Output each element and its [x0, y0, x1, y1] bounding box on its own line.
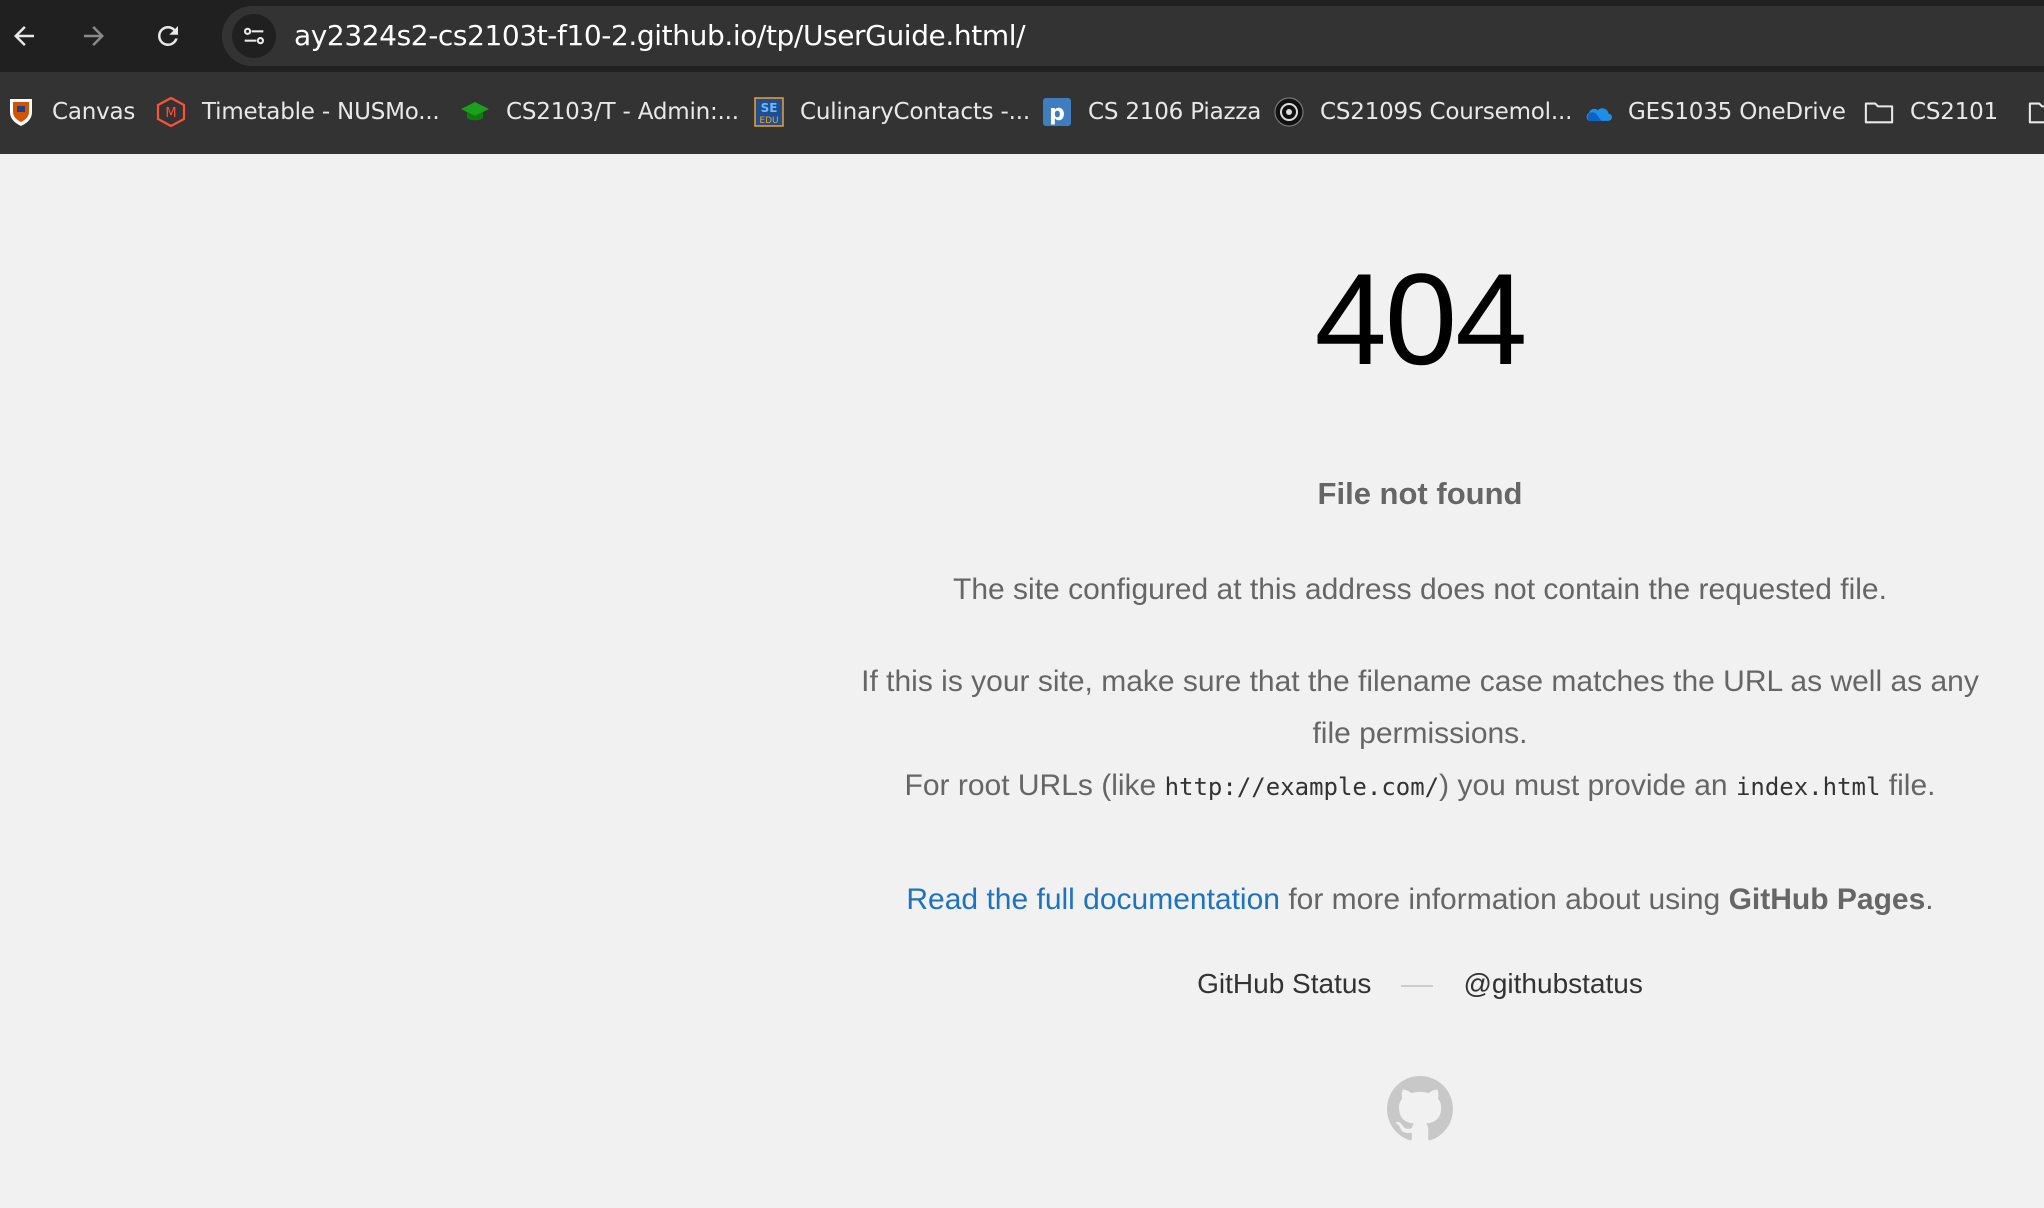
forward-arrow-icon — [84, 26, 104, 46]
documentation-line: Read the full documentation for more inf… — [906, 883, 1934, 916]
site-info-button[interactable] — [232, 14, 276, 58]
folder-icon — [2028, 97, 2044, 127]
instructions-line-2: file permissions. — [1312, 717, 1528, 750]
svg-text:M: M — [165, 106, 176, 121]
page-content: 404 File not found The site configured a… — [0, 154, 2044, 1208]
footer-links: GitHub Status @githubstatus — [820, 968, 2020, 1000]
canvas-crest-icon — [6, 97, 36, 127]
svg-text:SE: SE — [761, 101, 778, 115]
bookmark-overflow-folder[interactable] — [2028, 72, 2044, 152]
bookmark-cs2109s-coursemology[interactable]: CS2109S Coursemol... — [1274, 72, 1572, 152]
instructions-line-1: If this is your site, make sure that the… — [861, 665, 1979, 698]
reload-icon — [157, 25, 178, 46]
svg-text:p: p — [1049, 101, 1065, 126]
bookmark-cs2106-piazza[interactable]: p CS 2106 Piazza — [1042, 72, 1261, 152]
bookmark-cs2101-folder[interactable]: CS2101 — [1864, 72, 1998, 152]
github-pages-label: GitHub Pages — [1728, 883, 1926, 916]
example-url-code: http://example.com/ — [1164, 773, 1440, 801]
github-octocat-icon[interactable] — [1387, 1076, 1453, 1142]
nusmods-icon: M — [156, 97, 186, 127]
bookmark-timetable[interactable]: M Timetable - NUSMo... — [156, 72, 440, 152]
se-edu-icon: SE EDU — [754, 97, 784, 127]
documentation-link[interactable]: Read the full documentation — [906, 883, 1280, 916]
onedrive-cloud-icon — [1582, 97, 1612, 127]
error-code: 404 — [1314, 246, 1528, 392]
site-info-icon — [243, 27, 265, 45]
error-description: The site configured at this address does… — [953, 573, 1887, 606]
graduation-cap-icon — [460, 97, 490, 127]
bookmarks-bar: Canvas M Timetable - NUSMo... CS2103/T -… — [0, 72, 2044, 155]
forward-button[interactable] — [72, 14, 116, 58]
address-bar[interactable]: ay2324s2-cs2103t-f10-2.github.io/tp/User… — [222, 6, 2044, 66]
bookmark-ges1035-onedrive[interactable]: GES1035 OneDrive — [1582, 72, 1846, 152]
piazza-icon: p — [1042, 97, 1072, 127]
index-html-code: index.html — [1735, 773, 1881, 801]
page-headline: File not found — [1317, 476, 1523, 511]
url-text[interactable]: ay2324s2-cs2103t-f10-2.github.io/tp/User… — [294, 6, 1026, 66]
svg-text:EDU: EDU — [759, 116, 778, 126]
back-arrow-icon — [14, 26, 34, 46]
github-status-link[interactable]: GitHub Status — [1197, 968, 1371, 999]
githubstatus-twitter-link[interactable]: @githubstatus — [1463, 968, 1642, 999]
error-instructions: If this is your site, make sure that the… — [820, 656, 2020, 813]
reload-button[interactable] — [146, 14, 190, 58]
bookmark-culinarycontacts[interactable]: SE EDU CulinaryContacts -... — [754, 72, 1030, 152]
bookmark-canvas[interactable]: Canvas — [6, 72, 135, 152]
bookmark-cs2103t-admin[interactable]: CS2103/T - Admin:... — [460, 72, 739, 152]
instructions-line-3: For root URLs (like http://example.com/)… — [904, 769, 1936, 802]
back-button[interactable] — [2, 14, 46, 58]
coursemology-icon — [1274, 97, 1304, 127]
folder-icon — [1864, 97, 1894, 127]
footer-separator — [1401, 984, 1434, 987]
browser-toolbar: ay2324s2-cs2103t-f10-2.github.io/tp/User… — [0, 0, 2044, 72]
